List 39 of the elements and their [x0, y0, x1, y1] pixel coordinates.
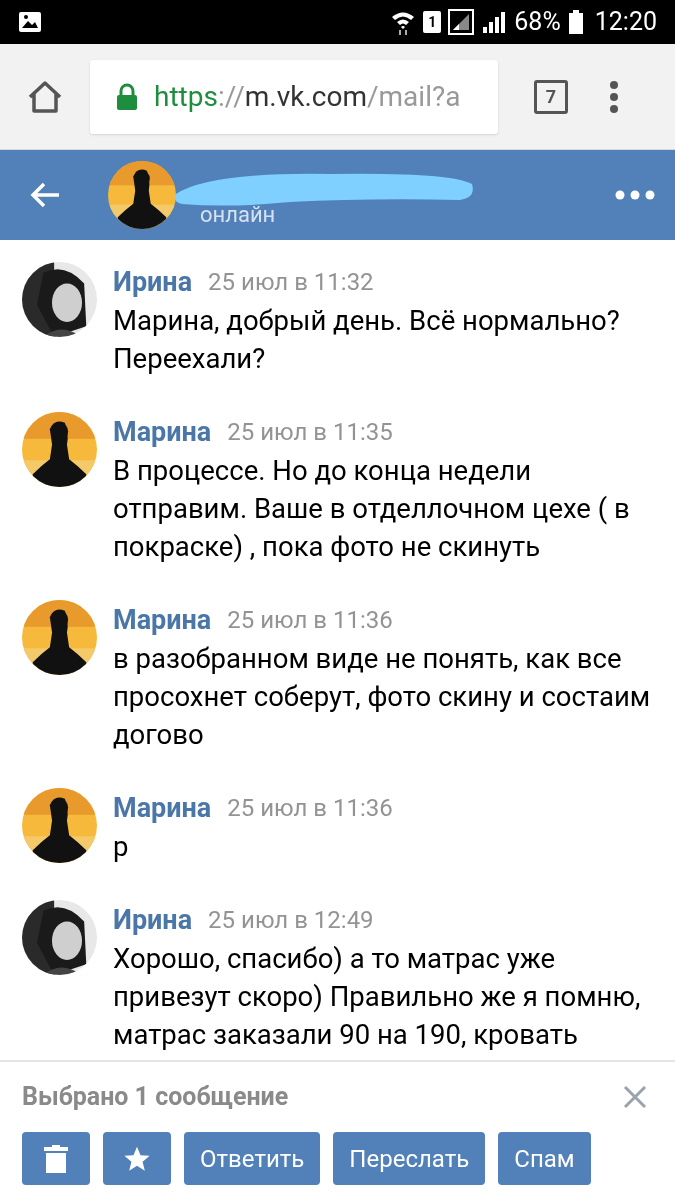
more-icon — [615, 190, 655, 200]
author-name[interactable]: Марина — [113, 599, 212, 641]
address-bar[interactable]: https://m.vk.com/mail?a — [90, 59, 498, 134]
message-time: 25 июл в 11:32 — [208, 267, 374, 298]
gallery-icon — [18, 11, 42, 33]
author-name[interactable]: Ирина — [113, 899, 193, 941]
favorite-button[interactable] — [103, 1132, 171, 1185]
clock: 12:20 — [594, 6, 657, 39]
message-text: Хорошо, спасибо) а то матрас уже привезут скоро) Правильно же я помню, матрас заказали 90 на 190, кровать — [113, 941, 642, 1053]
battery-icon — [567, 9, 584, 35]
message-text: в разобранном виде не понять, как все просохнет соберут, фото скину и состаим догово — [113, 641, 652, 753]
message-text: Марина, добрый день. Всё нормально? Переехали? — [113, 303, 621, 377]
sim-badge: 1 — [423, 11, 442, 33]
message-text: р — [113, 829, 130, 865]
delete-button[interactable] — [22, 1132, 90, 1185]
trash-icon — [44, 1144, 68, 1173]
message-time: 25 июл в 11:35 — [227, 417, 393, 448]
signal-icon — [481, 9, 508, 35]
action-button[interactable]: Ответить — [184, 1132, 321, 1185]
lock-icon — [116, 82, 138, 111]
battery-percent: 68% — [514, 6, 561, 39]
message-time: 25 июл в 11:36 — [227, 793, 393, 824]
action-button[interactable]: Переслать — [333, 1132, 486, 1185]
tabs-button[interactable]: 7 — [534, 79, 568, 114]
signal-icon — [448, 9, 475, 35]
author-name[interactable]: Ирина — [113, 261, 193, 303]
online-status: онлайн — [200, 201, 276, 229]
url-text: https://m.vk.com/mail?a — [154, 78, 461, 115]
selection-count: Выбрано 1 сообщение — [22, 1081, 289, 1114]
message-time: 25 июл в 11:36 — [227, 605, 393, 636]
menu-icon — [609, 79, 619, 114]
author-name[interactable]: Марина — [113, 787, 212, 829]
home-icon — [27, 79, 63, 114]
message-text: В процессе. Но до конца недели отправим. Ваше в отделлочном цехе ( в покраске) , пока фото не скинуть — [113, 453, 631, 565]
close-icon — [623, 1085, 647, 1109]
back-arrow-icon — [29, 181, 61, 209]
author-name[interactable]: Марина — [113, 411, 212, 453]
message-time: 25 июл в 12:49 — [208, 905, 374, 936]
action-button[interactable]: Спам — [498, 1132, 591, 1185]
